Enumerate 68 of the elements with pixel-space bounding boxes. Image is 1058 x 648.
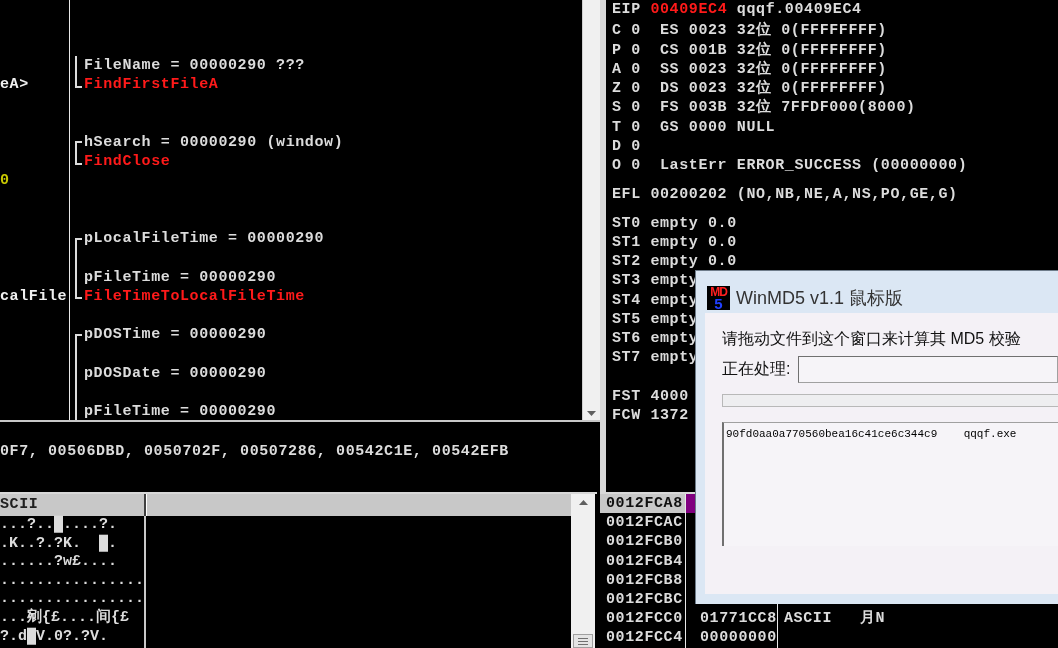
ascii-text: ................ <box>0 590 144 608</box>
stack-address[interactable]: 0012FCAC <box>600 513 686 533</box>
parameter-text: pDOSTime = 00000290 <box>84 326 267 344</box>
register-line: ST6 empty <box>612 330 699 347</box>
code-text: 0 <box>0 172 10 190</box>
stack-address[interactable]: 0012FCC0 <box>600 609 686 629</box>
scroll-up-arrow-icon[interactable] <box>578 500 588 505</box>
ascii-text: 月N <box>860 609 886 629</box>
register-line: ST7 empty <box>612 349 699 367</box>
register-line: ST4 empty <box>612 291 699 309</box>
register-line: ST1 empty 0.0 <box>612 233 737 251</box>
scroll-thumb[interactable] <box>573 634 593 648</box>
function-name: FindClose <box>84 153 171 170</box>
register-line: C 0 ES 0023 32位 0(FFFFFFFF) <box>612 22 887 40</box>
stack-value: 01771CC8 <box>700 610 777 628</box>
stack-address[interactable]: 0012FCBC <box>600 589 686 610</box>
register-line: S 0 FS 003B 32位 7FFDF000(8000) <box>612 99 916 117</box>
parameter-text: hSearch = 00000290 (window) <box>84 133 344 151</box>
scrollbar[interactable] <box>571 494 595 648</box>
stack-address[interactable]: 0012FCB4 <box>600 551 686 571</box>
register-line: ST3 empty <box>612 272 699 290</box>
scrollbar[interactable] <box>582 0 600 420</box>
register-line: EFL 00200202 (NO,NB,NE,A,NS,PO,GE,G) <box>612 185 958 203</box>
ascii-text: ................ <box>0 571 144 591</box>
ascii-text: ......?w£.... <box>0 553 119 572</box>
ascii-text: ...?..█....?. <box>0 516 119 534</box>
register-line: A 0 SS 0023 32位 0(FFFFFFFF) <box>612 60 887 78</box>
register-line: P 0 CS 001B 32位 0(FFFFFFFF) <box>612 41 887 59</box>
function-name: FindFirstFileA <box>84 76 219 93</box>
window-title: WinMD5 v1.1 鼠标版 <box>736 287 904 310</box>
register-value: 00409EC4 <box>650 1 728 18</box>
app-logo: MD 5 <box>707 286 730 310</box>
stack-address[interactable]: 0012FCB0 <box>600 532 686 552</box>
register-line: ST5 empty <box>612 310 699 328</box>
register-line: ST0 empty 0.0 <box>612 214 737 232</box>
result-item[interactable]: 90fd0aa0a770560bea16c41ce6c344c9 qqqf.exe <box>726 427 1058 441</box>
register-name: EIP <box>612 1 641 18</box>
ascii-text: ...剜{£....间{£ <box>0 608 131 627</box>
stack-value: 00000000 <box>700 629 777 647</box>
scroll-down-arrow-icon[interactable] <box>587 410 596 416</box>
ascii-text: .K..?.?K. █. <box>0 534 119 554</box>
field-label: 正在处理: <box>722 359 791 379</box>
symbol-text: qqqf.00409EC4 <box>736 1 862 18</box>
register-line: T 0 GS 0000 NULL <box>612 118 776 136</box>
code-text: calFile <box>0 287 68 305</box>
register-line: Z 0 DS 0023 32位 0(FFFFFFFF) <box>612 80 887 97</box>
comment-type: ASCII <box>784 609 832 629</box>
parameter-text: pLocalFileTime = 00000290 <box>84 230 325 247</box>
address-list-text: 0F7, 00506DBD, 0050702F, 00507286, 00542C1E, 00542EFB <box>0 443 509 460</box>
stack-address[interactable]: 0012FCA8 <box>600 494 686 514</box>
instruction-text: 请拖动文件到这个窗口来计算其 MD5 校验 <box>722 329 1022 349</box>
results-list[interactable]: 90fd0aa0a770560bea16c41ce6c344c9 qqqf.exe <box>722 422 1058 546</box>
function-name: FileTimeToLocalFileTime <box>84 287 305 305</box>
parameter-text: pDOSDate = 00000290 <box>84 364 267 382</box>
processing-field[interactable] <box>798 356 1058 383</box>
code-text: eA> <box>0 76 29 93</box>
register-line: FST 4000 <box>612 387 689 405</box>
column-header: SCII <box>0 494 146 516</box>
register-line: FCW 1372 <box>612 406 689 424</box>
register-line: ST2 empty 0.0 <box>612 253 737 270</box>
ascii-text: ?.d█V.0?.?V. <box>0 627 110 647</box>
register-line: O 0 LastErr ERROR_SUCCESS (00000000) <box>612 157 968 174</box>
register-line: D 0 <box>612 137 641 155</box>
parameter-text: pFileTime = 00000290 <box>84 268 277 286</box>
stack-address[interactable]: 0012FCB8 <box>600 570 686 590</box>
parameter-text: FileName = 00000290 ??? <box>84 56 305 74</box>
stack-address[interactable]: 0012FCC4 <box>600 628 686 648</box>
parameter-text: pFileTime = 00000290 <box>84 403 277 420</box>
